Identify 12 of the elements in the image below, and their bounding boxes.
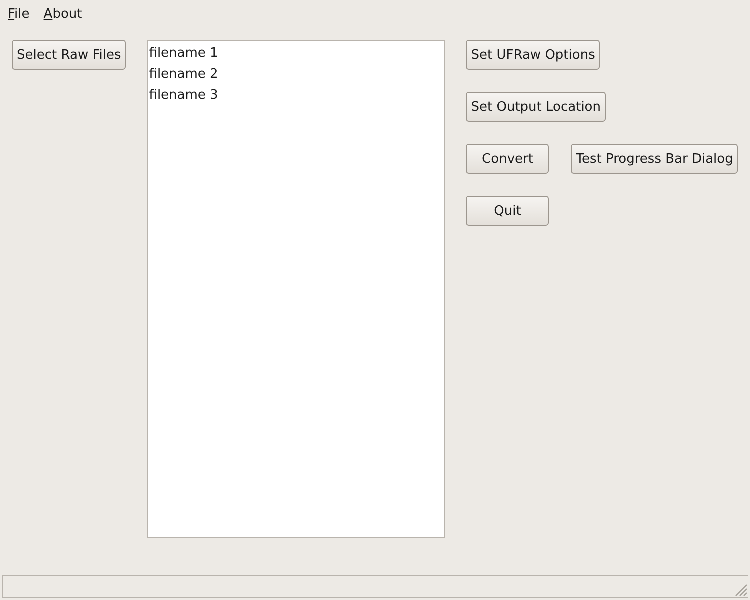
action-button[interactable]: Set Output Location [466, 92, 606, 122]
action-button[interactable]: Convert [466, 144, 550, 174]
file-list-item[interactable]: filename 3 [148, 85, 444, 106]
menu-item[interactable]: File [8, 6, 30, 22]
action-button[interactable]: Test Progress Bar Dialog [571, 144, 738, 174]
file-list-item[interactable]: filename 2 [148, 64, 444, 85]
menu-item[interactable]: About [44, 6, 82, 22]
file-list-item[interactable]: filename 1 [148, 43, 444, 64]
resize-grip-icon[interactable] [734, 583, 748, 597]
select-raw-files-button[interactable]: Select Raw Files [12, 40, 126, 70]
action-button[interactable]: Set UFRaw Options [466, 40, 600, 70]
action-button[interactable]: Quit [466, 196, 550, 226]
